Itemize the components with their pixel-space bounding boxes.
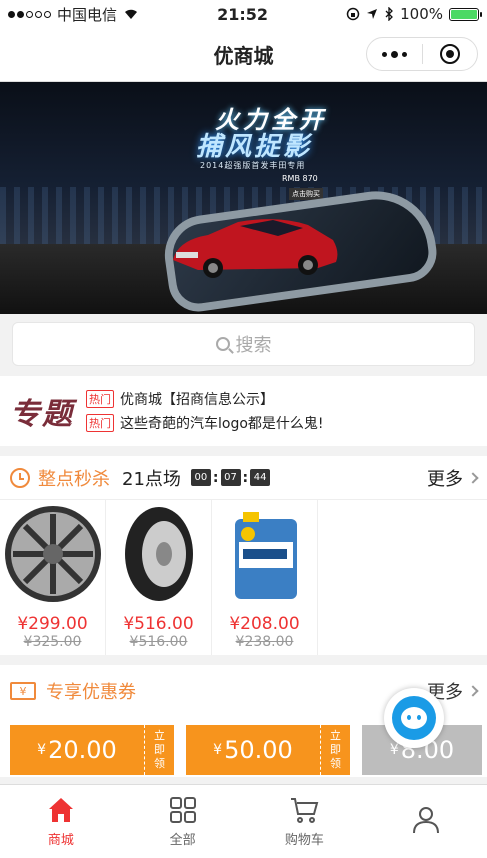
- hot-badge: 热门: [86, 390, 114, 408]
- wifi-icon: [125, 9, 138, 19]
- promo-banner[interactable]: 火力全开 捕风捉影 2014超强版首发丰田专用 RMB 870 点击购买: [0, 82, 487, 314]
- search-input[interactable]: 搜索: [12, 322, 475, 366]
- flash-sale-title: 整点秒杀: [38, 468, 110, 490]
- cart-icon: [291, 798, 319, 823]
- claim-coupon-button[interactable]: 立即领: [144, 725, 174, 775]
- coupon-card[interactable]: ¥20.00 立即领: [10, 725, 174, 775]
- product-price: ¥299.00: [17, 614, 88, 634]
- grid-icon: [169, 797, 196, 823]
- more-dots-icon: [381, 50, 407, 58]
- target-icon: [439, 44, 460, 64]
- bluetooth-icon: [385, 7, 394, 21]
- countdown-seconds: 44: [250, 469, 271, 486]
- chevron-right-icon: [467, 685, 479, 697]
- countdown-hours: 00: [190, 469, 211, 486]
- wheel-rim-image: [4, 506, 101, 602]
- chevron-right-icon: [467, 471, 479, 484]
- countdown-minutes: 07: [220, 469, 241, 486]
- product-old-price: ¥238.00: [235, 634, 294, 650]
- battery-icon: [449, 7, 482, 21]
- page-title: 优商城: [213, 44, 274, 68]
- coupon-currency: ¥: [389, 742, 399, 758]
- stopwatch-icon: [10, 467, 30, 488]
- tab-label: 全部: [169, 833, 196, 848]
- location-icon: [367, 9, 378, 19]
- ticket-icon: ¥: [10, 682, 36, 700]
- user-icon: [413, 806, 440, 833]
- banner-caption: 2014超强版首发丰田专用: [200, 161, 306, 170]
- tab-all[interactable]: 全部: [122, 785, 244, 858]
- coupon-title: 专享优惠券: [46, 682, 136, 703]
- tab-cart[interactable]: 购物车: [244, 785, 366, 858]
- product-card[interactable]: ¥299.00 ¥325.00: [0, 500, 106, 655]
- product-old-price: ¥516.00: [129, 634, 188, 650]
- coupon-amount: 20.00: [48, 736, 117, 764]
- headset-icon: [392, 696, 436, 740]
- more-label: 更多: [427, 468, 463, 490]
- tab-bar: 商城 全部 购物车: [0, 784, 487, 858]
- search-icon: [215, 337, 230, 351]
- tab-profile[interactable]: [365, 785, 487, 858]
- search-placeholder: 搜索: [235, 335, 272, 356]
- more-menu-button[interactable]: [367, 38, 422, 70]
- flash-sale-header: 整点秒杀 21点场 00 : 07 : 44 更多: [0, 456, 487, 500]
- product-price: ¥516.00: [123, 614, 194, 634]
- banner-price: RMB 870: [282, 174, 318, 183]
- topic-item-text: 优商城【招商信息公示】: [120, 392, 274, 408]
- engine-oil-image: [234, 512, 297, 599]
- topic-item[interactable]: 热门 优商城【招商信息公示】: [86, 389, 324, 409]
- topic-section: 专题 热门 优商城【招商信息公示】 热门 这些奇葩的汽车logo都是什么鬼!: [0, 376, 487, 446]
- tab-home[interactable]: 商城: [0, 785, 122, 858]
- flash-sale-slot: 21点场: [122, 468, 181, 490]
- tire-image: [124, 507, 193, 601]
- coupon-currency: ¥: [213, 742, 223, 758]
- product-card[interactable]: ¥208.00 ¥238.00: [212, 500, 318, 655]
- countdown-timer: 00 : 07 : 44: [190, 469, 271, 486]
- coupon-currency: ¥: [37, 742, 47, 758]
- tab-label: 商城: [47, 833, 74, 848]
- rotation-lock-icon: [346, 7, 360, 21]
- coupon-amount: 50.00: [224, 736, 293, 764]
- product-old-price: ¥325.00: [23, 634, 82, 650]
- product-price: ¥208.00: [229, 614, 300, 634]
- carrier-name: 中国电信: [57, 5, 118, 24]
- hot-badge: 热门: [86, 414, 114, 432]
- status-bar: 中国电信 21:52 100%: [0, 0, 487, 28]
- coupon-card[interactable]: ¥50.00 立即领: [186, 725, 350, 775]
- customer-service-button[interactable]: [384, 688, 444, 748]
- claim-coupon-button[interactable]: 立即领: [320, 725, 350, 775]
- app-page: 中国电信 21:52 100% 优商城 火力全开 捕风捉影 2014超强版首发丰…: [0, 0, 487, 858]
- product-card[interactable]: ¥516.00 ¥516.00: [106, 500, 212, 655]
- clock-time: 21:52: [217, 4, 269, 24]
- red-car-image: [173, 219, 338, 278]
- close-miniprogram-button[interactable]: [423, 38, 478, 70]
- banner-subheadline: 捕风捉影: [196, 132, 313, 162]
- topic-logo: 专题: [10, 397, 74, 432]
- home-icon: [48, 798, 73, 822]
- battery-percent: 100%: [400, 5, 443, 23]
- tab-label: 购物车: [284, 833, 324, 848]
- flash-sale-more-link[interactable]: 更多: [427, 465, 479, 491]
- nav-bar: 优商城: [0, 28, 487, 82]
- signal-icon: [8, 10, 51, 18]
- flash-sale-products: ¥299.00 ¥325.00 ¥516.00 ¥516.00 ¥208.00 …: [0, 500, 487, 655]
- miniprogram-capsule: [366, 37, 478, 71]
- topic-item-text: 这些奇葩的汽车logo都是什么鬼!: [120, 416, 324, 432]
- topic-item[interactable]: 热门 这些奇葩的汽车logo都是什么鬼!: [86, 413, 324, 433]
